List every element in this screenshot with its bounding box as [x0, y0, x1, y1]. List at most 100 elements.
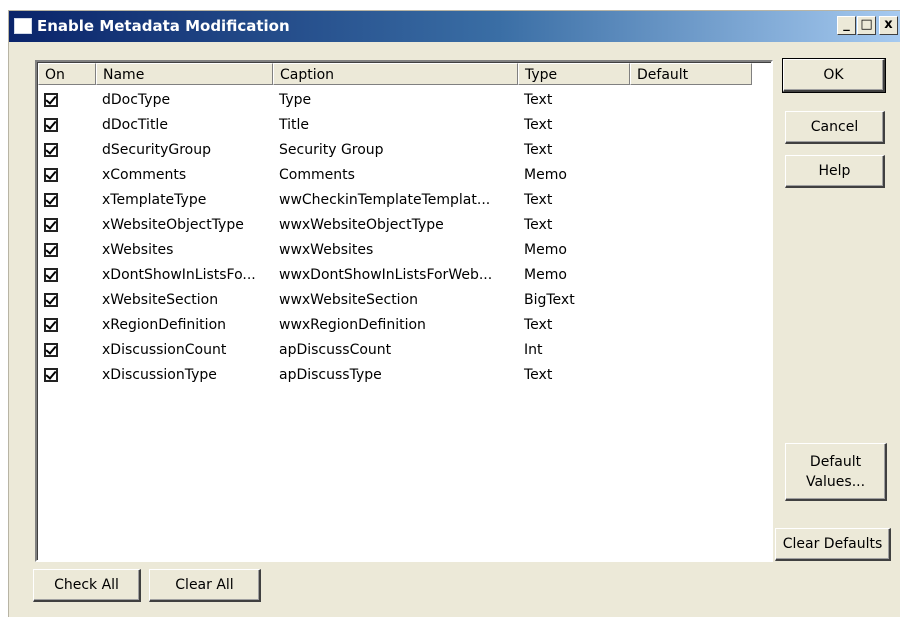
row-type-cell: Text — [524, 117, 553, 133]
row-name-cell: xDiscussionCount — [102, 342, 227, 358]
table-row[interactable]: xWebsiteSection wwxWebsiteSection BigText — [38, 288, 771, 313]
list-rows: dDocType Type Text dDocTitle Title Text dSecur… — [38, 88, 771, 388]
row-caption-cell: Security Group — [279, 142, 384, 158]
row-caption-cell: wwxWebsiteObjectType — [279, 217, 444, 233]
row-default-cell — [630, 163, 752, 188]
column-header-name[interactable]: Name — [96, 63, 273, 85]
checkbox-checked-icon[interactable] — [44, 218, 58, 232]
maximize-button[interactable]: □ — [857, 16, 876, 35]
row-type-cell: Int — [524, 342, 543, 358]
row-default-cell — [630, 88, 752, 113]
table-row[interactable]: dDocTitle Title Text — [38, 113, 771, 138]
checkbox-checked-icon[interactable] — [44, 293, 58, 307]
checkbox-checked-icon[interactable] — [44, 93, 58, 107]
row-default-cell — [630, 188, 752, 213]
default-values-button[interactable]: Default Values... — [785, 443, 887, 501]
checkbox-checked-icon[interactable] — [44, 318, 58, 332]
row-type-cell: Text — [524, 367, 553, 383]
table-row[interactable]: xRegionDefinition wwxRegionDefinition Text — [38, 313, 771, 338]
table-row[interactable]: xWebsiteObjectType wwxWebsiteObjectType Te… — [38, 213, 771, 238]
checkbox-checked-icon[interactable] — [44, 168, 58, 182]
row-on-cell[interactable] — [38, 363, 96, 388]
row-name-cell: xWebsites — [102, 242, 174, 258]
row-type-cell: Text — [524, 317, 553, 333]
table-row[interactable]: xWebsites wwxWebsites Memo — [38, 238, 771, 263]
minimize-button[interactable]: _ — [837, 16, 856, 35]
row-caption-cell: apDiscussType — [279, 367, 382, 383]
table-row[interactable]: dSecurityGroup Security Group Text — [38, 138, 771, 163]
row-name-cell: dDocType — [102, 92, 171, 108]
table-row[interactable]: dDocType Type Text — [38, 88, 771, 113]
column-header-caption[interactable]: Caption — [273, 63, 518, 85]
row-caption-cell: Type — [279, 92, 312, 108]
row-on-cell[interactable] — [38, 313, 96, 338]
row-name-cell: xComments — [102, 167, 187, 183]
window-icon — [14, 18, 32, 34]
ok-button[interactable]: OK — [782, 58, 886, 93]
row-on-cell[interactable] — [38, 263, 96, 288]
row-type-cell: Memo — [524, 242, 567, 258]
row-on-cell[interactable] — [38, 113, 96, 138]
row-name-cell: dDocTitle — [102, 117, 168, 133]
table-row[interactable]: xDontShowInListsFo... wwxDontShowInListsF… — [38, 263, 771, 288]
row-default-cell — [630, 288, 752, 313]
row-default-cell — [630, 263, 752, 288]
row-type-cell: Text — [524, 217, 553, 233]
metadata-list[interactable]: On Name Caption Type Default dDocType Typ… — [35, 60, 773, 562]
table-row[interactable]: xTemplateType wwCheckinTemplateTemplat...… — [38, 188, 771, 213]
row-default-cell — [630, 313, 752, 338]
row-caption-cell: apDiscussCount — [279, 342, 392, 358]
checkbox-checked-icon[interactable] — [44, 143, 58, 157]
column-header-on[interactable]: On — [38, 63, 96, 85]
row-on-cell[interactable] — [38, 88, 96, 113]
checkbox-checked-icon[interactable] — [44, 368, 58, 382]
table-row[interactable]: xDiscussionType apDiscussType Text — [38, 363, 771, 388]
dialog-window: Enable Metadata Modification _ □ x On Na… — [8, 10, 900, 617]
checkbox-checked-icon[interactable] — [44, 268, 58, 282]
row-default-cell — [630, 138, 752, 163]
check-all-button[interactable]: Check All — [33, 569, 141, 602]
table-row[interactable]: xComments Comments Memo — [38, 163, 771, 188]
row-on-cell[interactable] — [38, 238, 96, 263]
row-on-cell[interactable] — [38, 138, 96, 163]
column-header-type[interactable]: Type — [518, 63, 630, 85]
row-on-cell[interactable] — [38, 213, 96, 238]
row-on-cell[interactable] — [38, 288, 96, 313]
row-caption-cell: wwxRegionDefinition — [279, 317, 426, 333]
close-button[interactable]: x — [879, 16, 898, 35]
row-on-cell[interactable] — [38, 163, 96, 188]
column-header-default[interactable]: Default — [630, 63, 752, 85]
clear-all-button[interactable]: Clear All — [149, 569, 261, 602]
checkbox-checked-icon[interactable] — [44, 343, 58, 357]
row-name-cell: xWebsiteObjectType — [102, 217, 244, 233]
help-button[interactable]: Help — [785, 155, 885, 188]
table-row[interactable]: xDiscussionCount apDiscussCount Int — [38, 338, 771, 363]
row-type-cell: Text — [524, 142, 553, 158]
row-name-cell: xRegionDefinition — [102, 317, 227, 333]
row-default-cell — [630, 113, 752, 138]
row-name-cell: xTemplateType — [102, 192, 207, 208]
row-type-cell: BigText — [524, 292, 575, 308]
row-type-cell: Memo — [524, 167, 567, 183]
clear-defaults-button[interactable]: Clear Defaults — [775, 528, 891, 561]
row-on-cell[interactable] — [38, 188, 96, 213]
row-type-cell: Memo — [524, 267, 567, 283]
row-caption-cell: Title — [279, 117, 310, 133]
row-default-cell — [630, 238, 752, 263]
row-caption-cell: wwxDontShowInListsForWeb... — [279, 267, 493, 283]
checkbox-checked-icon[interactable] — [44, 193, 58, 207]
row-caption-cell: wwxWebsites — [279, 242, 374, 258]
row-caption-cell: Comments — [279, 167, 355, 183]
row-caption-cell: wwCheckinTemplateTemplat... — [279, 192, 491, 208]
row-on-cell[interactable] — [38, 338, 96, 363]
title-bar[interactable]: Enable Metadata Modification _ □ x — [9, 11, 900, 42]
row-default-cell — [630, 363, 752, 388]
row-caption-cell: wwxWebsiteSection — [279, 292, 419, 308]
row-type-cell: Text — [524, 192, 553, 208]
row-name-cell: dSecurityGroup — [102, 142, 211, 158]
window-title: Enable Metadata Modification — [37, 17, 290, 35]
row-default-cell — [630, 338, 752, 363]
checkbox-checked-icon[interactable] — [44, 118, 58, 132]
cancel-button[interactable]: Cancel — [785, 111, 885, 144]
checkbox-checked-icon[interactable] — [44, 243, 58, 257]
